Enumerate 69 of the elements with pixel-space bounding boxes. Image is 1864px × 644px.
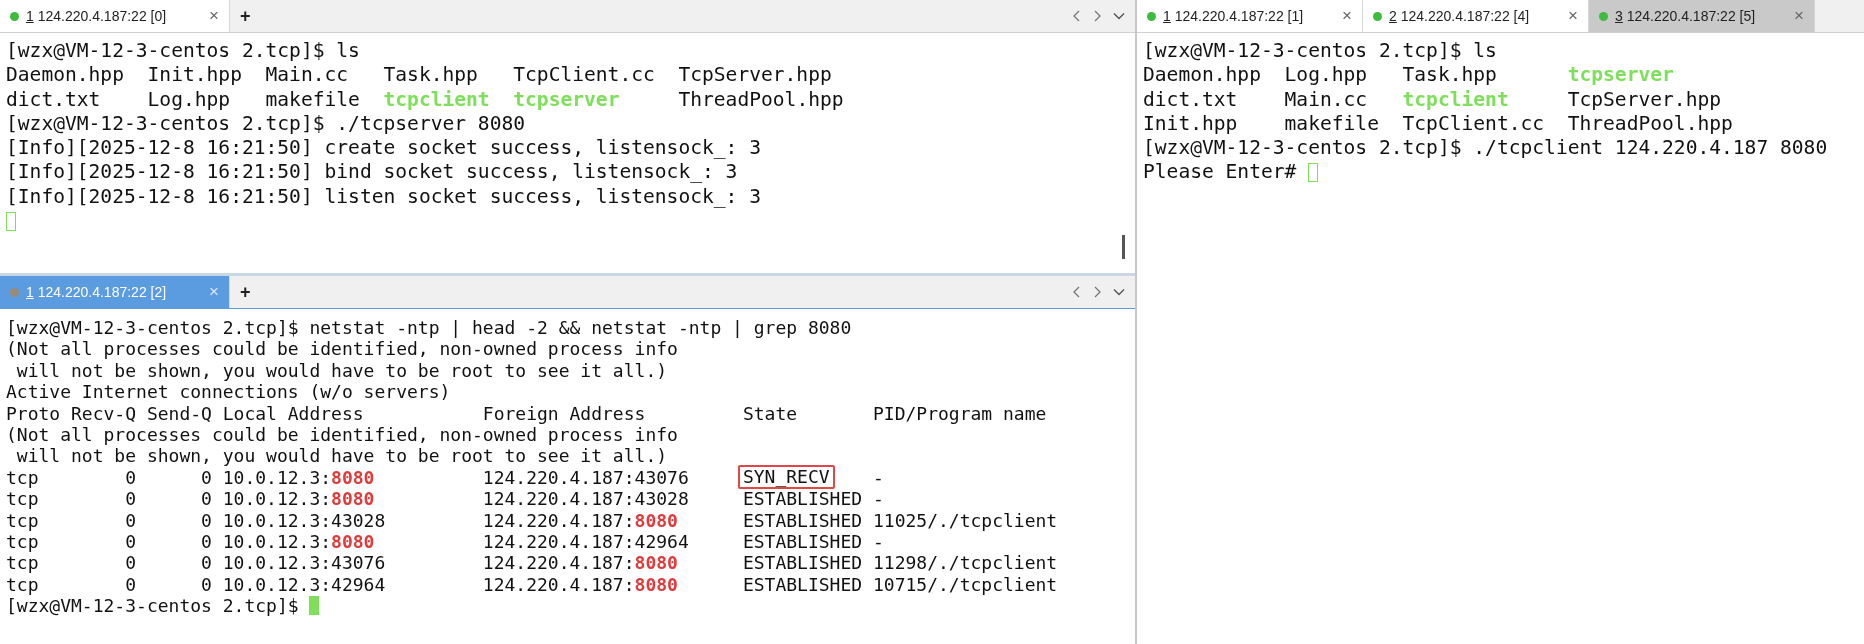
tab-title: 2 124.220.4.187:22 [4]: [1389, 8, 1531, 24]
terminal-text: tcp 0 0 10.0.12.3:43076 124.220.4.187:: [6, 552, 635, 574]
close-tab-button[interactable]: ×: [1794, 6, 1804, 26]
terminal-text: tcp 0 0 10.0.12.3:42964 124.220.4.187:: [6, 573, 635, 596]
port-number: 8080: [634, 573, 678, 596]
terminal-text: 124.220.4.187:42964 ESTABLISHED -: [481, 530, 884, 553]
terminal-text: Proto Recv-Q Send-Q Local Address Foreign Address State PID/Program name: [6, 402, 1047, 424]
executable-name: tcpclient: [1402, 87, 1509, 112]
session-tab[interactable]: 3 124.220.4.187:22 [5] ×: [1589, 0, 1815, 32]
terminal-text: 124.220.4.187:43076: [481, 466, 690, 489]
terminal-text: dict.txt Main.cc: [1143, 87, 1369, 112]
terminal-text: dict.txt Log.hpp makefile: [6, 87, 361, 112]
terminal-text: will not be shown, you would have to be root to see it all.): [15, 359, 668, 382]
close-tab-button[interactable]: ×: [1342, 6, 1352, 26]
terminal-text: Init.hpp makefile TcpClient.cc ThreadPool.hpp: [1143, 111, 1733, 137]
port-number: 8080: [331, 466, 375, 489]
terminal-text: Please Enter#: [1143, 160, 1298, 185]
terminal-text: [wzx@VM-12-3-centos 2.tcp]$ ./tcpserver 8080: [6, 111, 526, 137]
terminal-text: ThreadPool.hpp: [677, 87, 844, 112]
terminal-text: [wzx@VM-12-3-centos 2.tcp]$: [6, 595, 300, 617]
highlighted-state: SYN_RECV: [737, 465, 835, 490]
chevron-down-icon[interactable]: [1113, 288, 1125, 296]
terminal-text: [Info][2025-12-8 16:21:50] listen socket success, listensock_: 3: [6, 184, 761, 210]
terminal-text: 124.220.4.187:43028 ESTABLISHED -: [481, 488, 884, 510]
chevron-right-icon[interactable]: [1093, 286, 1101, 298]
port-number: 8080: [331, 488, 375, 510]
terminal-text: tcp 0 0 10.0.12.3:: [6, 488, 332, 510]
terminal-text: ESTABLISHED 11025/./tcpclient: [741, 509, 1058, 531]
terminal-text: (Not all processes could be identified, non-owned process info: [6, 338, 678, 360]
session-tab[interactable]: 2 124.220.4.187:22 [4] ×: [1363, 0, 1589, 32]
terminal-text: [wzx@VM-12-3-centos 2.tcp]$ ls: [1143, 39, 1497, 64]
new-tab-button[interactable]: +: [230, 5, 261, 27]
terminal-text: tcp 0 0 10.0.12.3:: [6, 530, 332, 553]
terminal-text: ESTABLISHED 10715/./tcpclient: [741, 573, 1058, 596]
scrollbar-thumb[interactable]: [1122, 235, 1125, 259]
tab-title: 1 124.220.4.187:22 [1]: [1163, 8, 1305, 24]
tab-title: 3 124.220.4.187:22 [5]: [1615, 8, 1757, 24]
new-tab-button[interactable]: +: [230, 281, 261, 303]
chevron-down-icon[interactable]: [1113, 12, 1125, 20]
terminal-text: -: [872, 466, 884, 489]
port-number: 8080: [331, 530, 375, 553]
executable-name: tcpclient: [383, 87, 490, 112]
executable-name: tcpserver: [1567, 63, 1674, 88]
chevron-right-icon[interactable]: [1093, 10, 1101, 22]
terminal-text: [wzx@VM-12-3-centos 2.tcp]$ ls: [6, 39, 360, 64]
close-tab-button[interactable]: ×: [1568, 6, 1578, 26]
close-tab-button[interactable]: ×: [209, 6, 219, 26]
chevron-left-icon[interactable]: [1073, 10, 1081, 22]
terminal-text: [wzx@VM-12-3-centos 2.tcp]$ netstat -ntp | head -2 && netstat -ntp | grep 8080: [6, 317, 852, 339]
terminal-text: [Info][2025-12-8 16:21:50] bind socket success, listensock_: 3: [6, 160, 738, 185]
terminal-text: tcp 0 0 10.0.12.3:43028 124.220.4.187:: [6, 509, 635, 531]
terminal-text: Daemon.hpp Log.hpp Task.hpp: [1143, 63, 1498, 88]
executable-name: tcpserver: [512, 87, 620, 112]
terminal-text: ESTABLISHED 11298/./tcpclient: [741, 552, 1058, 574]
tab-title: 1 124.220.4.187:22 [0]: [26, 8, 168, 24]
terminal-text: [wzx@VM-12-3-centos 2.tcp]$ ./tcpclient 124.220.4.187 8080: [1143, 136, 1828, 161]
terminal-text: tcp 0 0 10.0.12.3:: [6, 466, 332, 489]
terminal-text: (Not all processes could be identified, non-owned process info: [6, 423, 678, 446]
terminal-text: Daemon.hpp Init.hpp Main.cc Task.hpp TcpClient.cc TcpServer.hpp: [6, 63, 832, 88]
port-number: 8080: [634, 509, 678, 531]
session-tab[interactable]: 1 124.220.4.187:22 [1] ×: [1137, 0, 1363, 32]
terminal-text: will not be shown, you would have to be root to see it all.): [15, 445, 668, 467]
port-number: 8080: [634, 552, 678, 574]
terminal-text: Active Internet connections (w/o servers): [6, 381, 451, 403]
terminal-text: [Info][2025-12-8 16:21:50] create socket success, listensock_: 3: [6, 136, 761, 161]
terminal-text: TcpServer.hpp: [1566, 87, 1722, 112]
tab-title: 1 124.220.4.187:22 [2]: [26, 284, 168, 300]
chevron-left-icon[interactable]: [1073, 286, 1081, 298]
session-tab[interactable]: 1 124.220.4.187:22 [0] ×: [0, 0, 230, 32]
